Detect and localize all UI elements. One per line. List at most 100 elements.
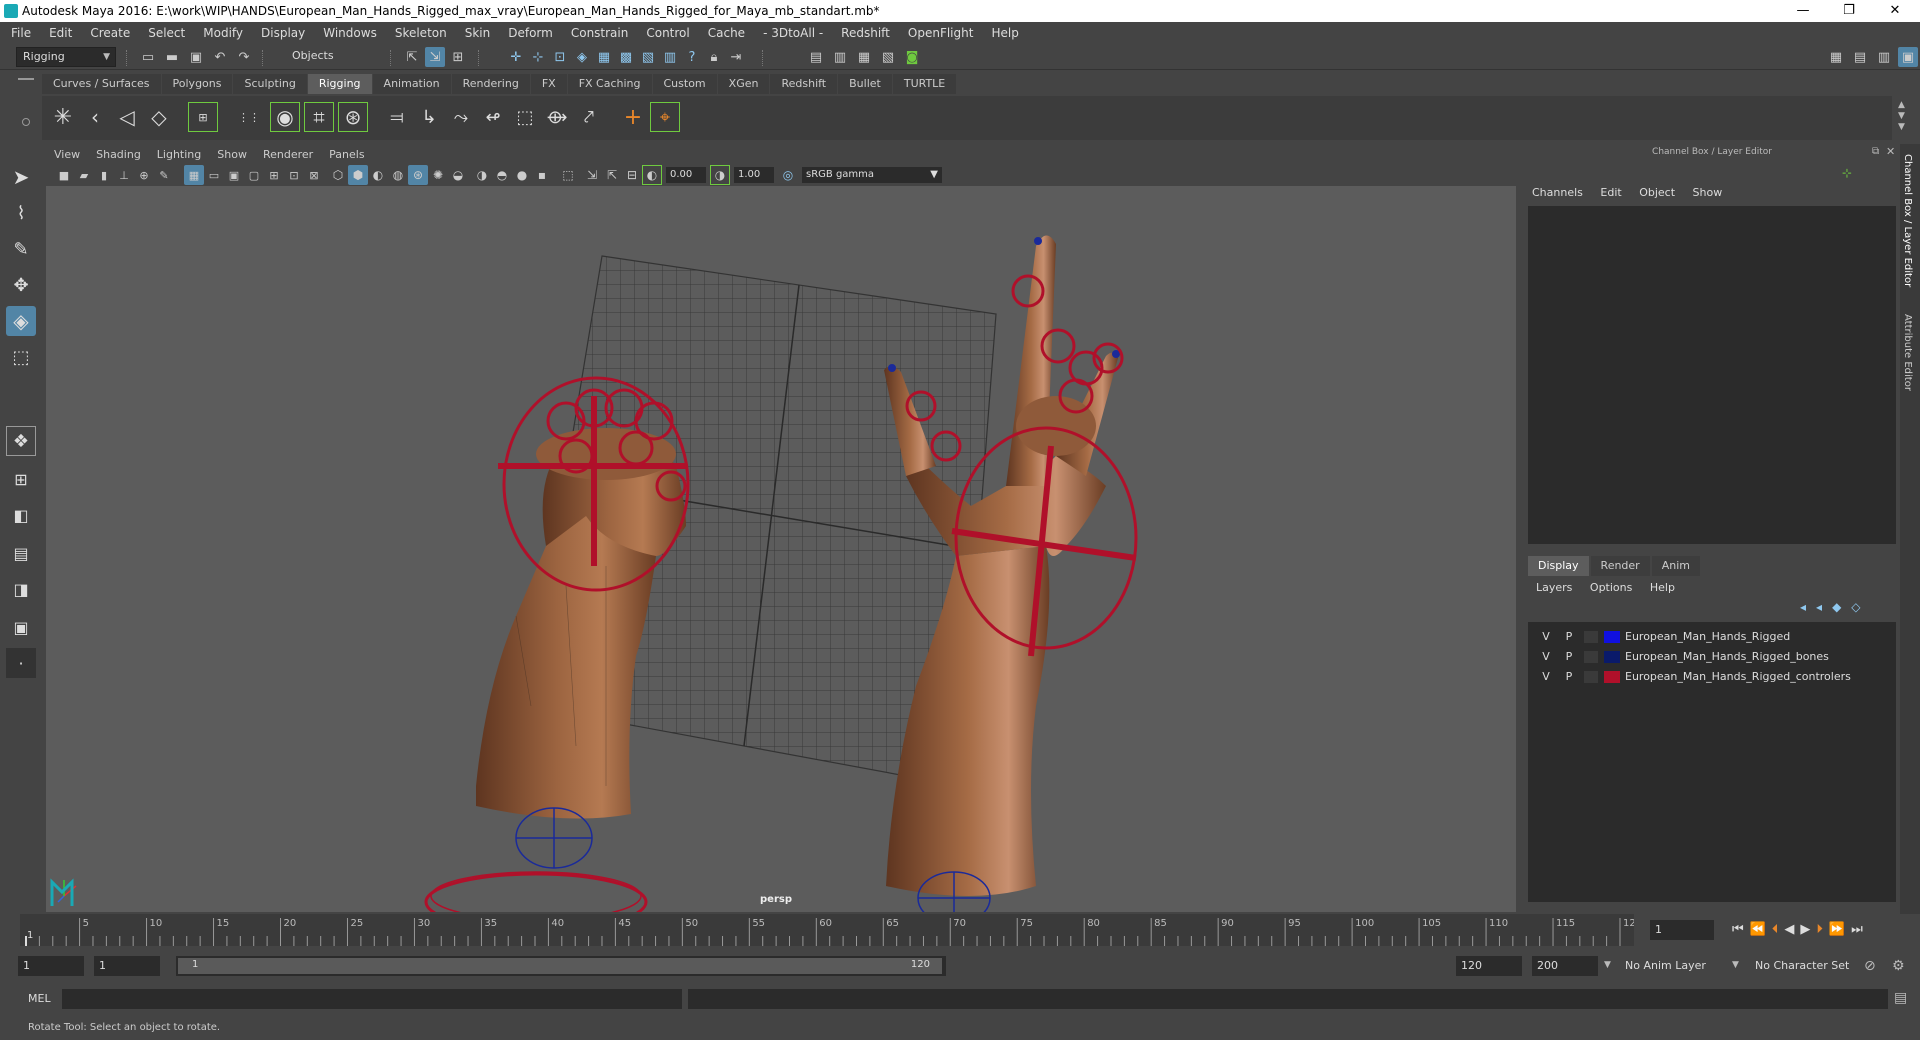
menu-display[interactable]: Display xyxy=(252,22,314,44)
menu-deform[interactable]: Deform xyxy=(499,22,562,44)
use-all-lights-icon[interactable]: ⊛ xyxy=(408,165,428,185)
go-to-start-icon[interactable]: ⏮ xyxy=(1732,922,1750,937)
layer-color-swatch[interactable] xyxy=(1604,631,1620,643)
playback-toggle[interactable]: P xyxy=(1561,670,1577,683)
bind-skin-icon[interactable]: ⊞ xyxy=(188,102,218,132)
playback-start-field[interactable]: 1 xyxy=(94,956,160,976)
script-language-label[interactable]: MEL xyxy=(28,992,51,1005)
ik-handle-icon[interactable]: ◁ xyxy=(112,102,142,132)
shelf-tab-turtle[interactable]: TURTLE xyxy=(892,74,957,94)
chevron-down-icon[interactable]: ▼ xyxy=(1604,960,1611,970)
layer-color-swatch[interactable] xyxy=(1604,671,1620,683)
current-frame-field[interactable]: 1 xyxy=(1650,920,1714,940)
backface-culling-icon[interactable]: ⊟ xyxy=(622,165,642,185)
menu-skin[interactable]: Skin xyxy=(456,22,500,44)
select-hierarchy-icon[interactable]: ⇱ xyxy=(402,47,422,67)
undo-icon[interactable]: ↶ xyxy=(210,47,230,67)
playback-toggle[interactable]: P xyxy=(1561,630,1577,643)
select-object-icon[interactable]: ⇲ xyxy=(425,47,445,67)
close-panel-icon[interactable]: ✕ xyxy=(1886,145,1895,158)
list-item[interactable]: V P European_Man_Hands_Rigged_bones xyxy=(1528,648,1896,666)
list-item[interactable]: V P European_Man_Hands_Rigged_controlers xyxy=(1528,668,1896,686)
display-type-toggle[interactable] xyxy=(1584,651,1598,663)
range-slider[interactable]: 1 120 xyxy=(176,956,946,976)
menu-edit[interactable]: Edit xyxy=(40,22,81,44)
persp-outliner-layout-icon[interactable]: ◧ xyxy=(6,500,36,530)
four-view-layout-icon[interactable]: ⊞ xyxy=(6,464,36,494)
scene-end-field[interactable]: 200 xyxy=(1532,956,1598,976)
gate-mask-icon[interactable]: ▢ xyxy=(244,165,264,185)
animation-preferences-icon[interactable]: ⚙ xyxy=(1892,958,1905,974)
chevron-down-icon[interactable]: ▼ xyxy=(1732,960,1739,970)
viewport-menu-lighting[interactable]: Lighting xyxy=(149,146,209,164)
wireframe-icon[interactable]: ⬡ xyxy=(328,165,348,185)
layers-menu[interactable]: Layers xyxy=(1536,581,1572,594)
layer-name[interactable]: European_Man_Hands_Rigged_controlers xyxy=(1625,670,1851,683)
shelf-options-icon[interactable] xyxy=(22,118,30,126)
show-menu[interactable]: Show xyxy=(1693,186,1723,199)
menu-skeleton[interactable]: Skeleton xyxy=(386,22,456,44)
playback-toggle[interactable]: P xyxy=(1561,650,1577,663)
shelf-tab-custom[interactable]: Custom xyxy=(652,74,717,94)
shelf-tab-rigging[interactable]: Rigging xyxy=(307,74,372,94)
step-forward-frame-icon[interactable]: ⏵ xyxy=(1816,922,1829,937)
snap-view-plane-icon[interactable]: ◈ xyxy=(572,47,592,67)
rotate-tool-icon[interactable]: ◈ xyxy=(6,306,36,336)
bookmarks-icon[interactable]: ▮ xyxy=(94,165,114,185)
shelf-tab-redshift[interactable]: Redshift xyxy=(770,74,838,94)
paint-weights-icon[interactable]: ⋮⋮ xyxy=(234,102,264,132)
gamma-field[interactable]: 1.00 xyxy=(734,167,774,183)
menu-3dtoall[interactable]: - 3DtoAll - xyxy=(754,22,832,44)
menu-openflight[interactable]: OpenFlight xyxy=(899,22,983,44)
render-frame-icon[interactable]: ▥ xyxy=(830,47,850,67)
resolution-gate-icon[interactable]: ▣ xyxy=(224,165,244,185)
shelf-tab-bullet[interactable]: Bullet xyxy=(838,74,892,94)
gamma-icon[interactable]: ◑ xyxy=(710,165,730,185)
layer-name[interactable]: European_Man_Hands_Rigged xyxy=(1625,630,1790,643)
minimize-button[interactable]: — xyxy=(1780,0,1826,22)
snap-surface-icon[interactable]: ▦ xyxy=(594,47,614,67)
persp-graph-layout-icon[interactable]: ▤ xyxy=(6,538,36,568)
snap-together-icon[interactable]: ▧ xyxy=(638,47,658,67)
menu-set-dropdown[interactable]: Rigging ▼ xyxy=(16,47,116,67)
help-menu[interactable]: Help xyxy=(1650,581,1675,594)
smooth-shade-icon[interactable]: ⬢ xyxy=(348,165,368,185)
exposure-field[interactable]: 0.00 xyxy=(666,167,706,183)
side-tab-attribute-editor[interactable]: Attribute Editor xyxy=(1902,314,1913,391)
wireframe-on-shaded-icon[interactable]: ◐ xyxy=(368,165,388,185)
depth-of-field-icon[interactable]: ● xyxy=(512,165,532,185)
exposure-icon[interactable]: ◐ xyxy=(642,165,662,185)
shelf-tab-polygons[interactable]: Polygons xyxy=(161,74,233,94)
step-forward-key-icon[interactable]: ⏩ xyxy=(1829,922,1851,937)
shelf-tab-fx-caching[interactable]: FX Caching xyxy=(567,74,652,94)
new-scene-icon[interactable]: ▭ xyxy=(138,47,158,67)
image-plane-icon[interactable]: ⊥ xyxy=(114,165,134,185)
visibility-toggle[interactable]: V xyxy=(1538,670,1554,683)
viewport-menu-panels[interactable]: Panels xyxy=(321,146,372,164)
edit-menu[interactable]: Edit xyxy=(1600,186,1621,199)
xray-joints-icon[interactable]: ⇲ xyxy=(582,165,602,185)
menu-modify[interactable]: Modify xyxy=(194,22,252,44)
query-icon[interactable]: ? xyxy=(682,47,702,67)
textured-icon[interactable]: ◍ xyxy=(388,165,408,185)
cluster-icon[interactable]: ◉ xyxy=(270,102,300,132)
menu-constrain[interactable]: Constrain xyxy=(562,22,638,44)
parent-constraint-icon[interactable]: ⤳ xyxy=(446,102,476,132)
restore-button[interactable]: ❐ xyxy=(1826,0,1872,22)
menu-create[interactable]: Create xyxy=(81,22,139,44)
anim-layer-dropdown[interactable]: No Anim Layer xyxy=(1620,956,1738,976)
shelf-tab-fx[interactable]: FX xyxy=(530,74,567,94)
field-chart-icon[interactable]: ⊞ xyxy=(264,165,284,185)
camera-attributes-icon[interactable]: ▰ xyxy=(74,165,94,185)
play-forwards-icon[interactable]: ▶ xyxy=(1800,922,1816,937)
step-back-frame-icon[interactable]: ⏴ xyxy=(1772,922,1785,937)
color-management-icon[interactable]: ◎ xyxy=(778,165,798,185)
shelf-tab-curves-surfaces[interactable]: Curves / Surfaces xyxy=(42,74,161,94)
play-backwards-icon[interactable]: ◀ xyxy=(1784,922,1800,937)
visibility-toggle[interactable]: V xyxy=(1538,630,1554,643)
hypershade-layout-icon[interactable]: ◨ xyxy=(6,574,36,604)
input-ops-icon[interactable]: ⇥ xyxy=(726,47,746,67)
grease-pencil-icon[interactable]: ✎ xyxy=(154,165,174,185)
safe-title-icon[interactable]: ⊠ xyxy=(304,165,324,185)
side-tab-channel-box[interactable]: Channel Box / Layer Editor xyxy=(1902,154,1913,287)
